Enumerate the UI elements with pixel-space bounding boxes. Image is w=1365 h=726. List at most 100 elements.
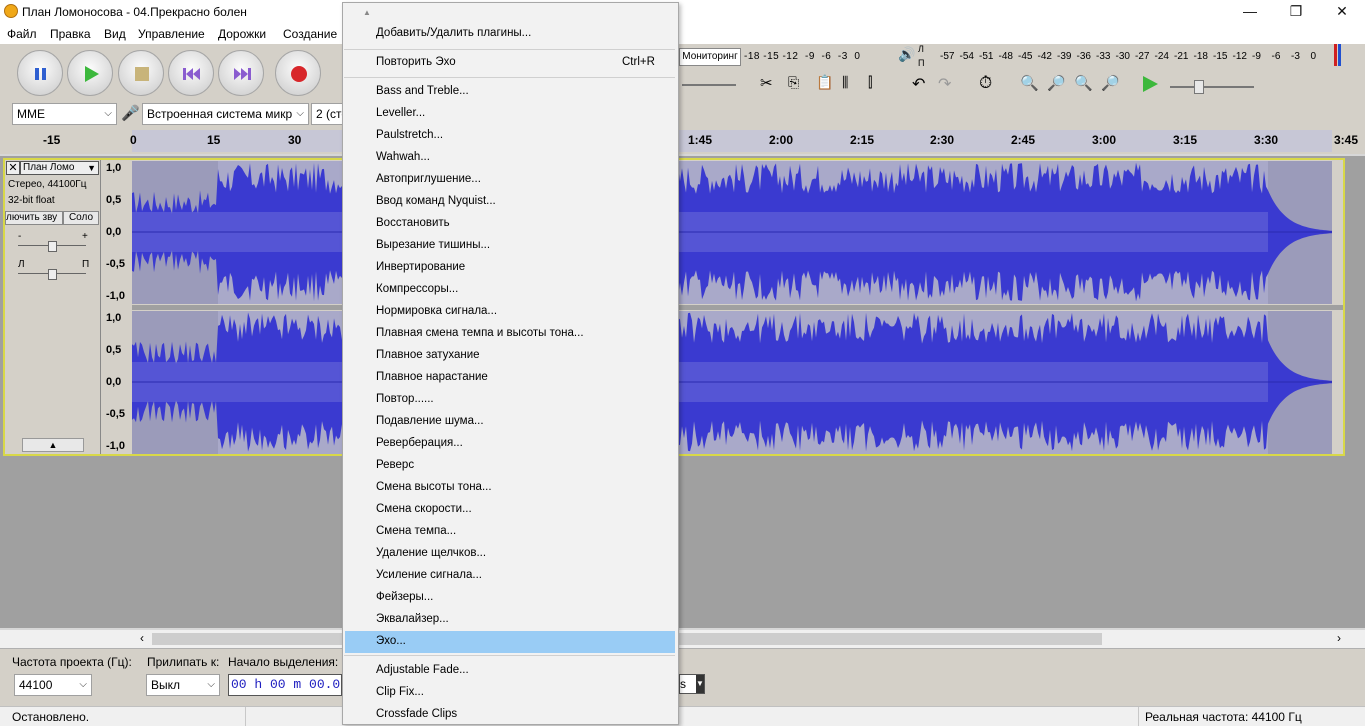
play-tick: -54 — [959, 51, 974, 62]
sync-lock-icon[interactable]: ⏱ — [979, 73, 992, 93]
menu-item-effect[interactable]: Смена скорости... — [376, 503, 472, 515]
zoom-in-icon[interactable]: 🔍 — [1020, 74, 1039, 92]
playback-speed-slider[interactable] — [1168, 76, 1258, 96]
menu-item-effect[interactable]: Плавная смена темпа и высоты тона... — [376, 327, 584, 339]
close-track-icon[interactable]: ✕ — [6, 161, 20, 175]
copy-icon[interactable]: ⎘ — [788, 74, 799, 91]
menu-item-effect[interactable]: Реверс — [376, 459, 414, 471]
menu-edit[interactable]: Правка — [50, 27, 91, 41]
menu-item-effect[interactable]: Подавление шума... — [376, 415, 484, 427]
skip-to-start-button[interactable] — [168, 50, 214, 96]
menu-item-effect[interactable]: Смена темпа... — [376, 525, 456, 537]
menu-item-effect[interactable]: Инвертирование — [376, 261, 465, 273]
menu-item-effect[interactable]: Leveller... — [376, 107, 425, 119]
solo-button[interactable]: Соло — [63, 211, 99, 225]
waveform-left-channel[interactable] — [132, 161, 1332, 304]
menu-tracks[interactable]: Дорожки — [218, 27, 266, 41]
close-button[interactable]: ✕ — [1319, 0, 1365, 24]
menu-item-effect[interactable]: Фейзеры... — [376, 591, 433, 603]
menu-item-effect[interactable]: Повтор...... — [376, 393, 434, 405]
ruler-tick: 3:45 — [1334, 133, 1359, 147]
channels-select[interactable]: 2 (сте — [311, 103, 343, 125]
maximize-button[interactable]: ❐ — [1273, 0, 1319, 24]
menu-item-plugin[interactable]: Clip Fix... — [376, 686, 424, 698]
menu-item-effect[interactable]: Вырезание тишины... — [376, 239, 490, 251]
y-axis-tick: 0,5 — [106, 194, 122, 206]
y-axis-tick: -1,0 — [106, 440, 125, 452]
cut-icon[interactable]: ✂ — [760, 74, 773, 92]
skip-to-end-button[interactable] — [218, 50, 264, 96]
channel-separator — [132, 305, 1343, 310]
pan-slider[interactable] — [18, 269, 86, 280]
play-button[interactable] — [67, 50, 113, 96]
trim-icon[interactable]: ⫼ — [842, 74, 848, 91]
menu-item-effect[interactable]: Эквалайзер... — [376, 613, 449, 625]
horizontal-scrollbar[interactable]: ‹ › — [0, 630, 1365, 648]
menu-item-effect[interactable]: Компрессоры... — [376, 283, 458, 295]
menu-generate[interactable]: Создание — [283, 27, 337, 41]
timeline-track[interactable] — [132, 130, 1332, 152]
fit-project-icon[interactable]: 🔎 — [1101, 74, 1120, 92]
ruler-tick: 2:45 — [1011, 133, 1036, 147]
menu-item-effect[interactable]: Усиление сигнала... — [376, 569, 482, 581]
y-axis-tick: 0,5 — [106, 344, 122, 356]
audio-host-select[interactable]: MME ⌵ — [12, 103, 117, 125]
ruler-tick: 0 — [130, 133, 137, 147]
selection-end-field[interactable]: s ▼ — [679, 674, 705, 694]
menu-item-effect[interactable]: Эхо... — [376, 635, 406, 647]
snap-select[interactable]: Выкл ⌵ — [146, 674, 220, 696]
monitoring-button[interactable]: Мониторинг — [679, 48, 741, 66]
waveform-right-channel[interactable] — [132, 311, 1332, 454]
fit-selection-icon[interactable]: 🔍 — [1074, 74, 1093, 92]
pause-button[interactable] — [17, 50, 63, 96]
silence-icon[interactable]: ⫿ — [868, 74, 872, 91]
redo-icon[interactable]: ↷ — [938, 74, 951, 94]
ruler-tick: 2:15 — [850, 133, 875, 147]
ruler-tick: 3:15 — [1173, 133, 1198, 147]
gain-slider[interactable] — [18, 241, 86, 252]
play-at-speed-icon[interactable] — [1141, 75, 1159, 96]
rec-tick: -15 — [763, 51, 780, 62]
scroll-left-icon[interactable]: ‹ — [140, 631, 144, 645]
menu-item-effect[interactable]: Смена высоты тона... — [376, 481, 492, 493]
menu-transport[interactable]: Управление — [138, 27, 205, 41]
menu-item-effect[interactable]: Автоприглушение... — [376, 173, 481, 185]
menu-item-manage-plugins[interactable]: Добавить/Удалить плагины... — [376, 27, 531, 39]
play-tick: -18 — [1193, 51, 1208, 62]
menu-item-effect[interactable]: Плавное нарастание — [376, 371, 488, 383]
minimize-button[interactable]: — — [1227, 0, 1273, 24]
menu-item-plugin[interactable]: Crossfade Clips — [376, 708, 457, 720]
record-button[interactable] — [275, 50, 321, 96]
menu-item-effect[interactable]: Paulstretch... — [376, 129, 443, 141]
play-meter-left-label: Л — [918, 44, 924, 54]
menu-item-effect[interactable]: Удаление щелчков... — [376, 547, 486, 559]
undo-icon[interactable]: ↶ — [912, 74, 925, 94]
menu-item-effect[interactable]: Плавное затухание — [376, 349, 480, 361]
menu-item-repeat-last[interactable]: Повторить Эхо — [376, 56, 456, 68]
rec-tick: 0 — [854, 51, 861, 62]
collapse-track-button[interactable]: ▲ — [22, 438, 84, 452]
selection-start-label: Начало выделения: — [228, 655, 339, 669]
record-level-slider[interactable] — [680, 72, 740, 96]
menu-view[interactable]: Вид — [104, 27, 126, 41]
scroll-right-icon[interactable]: › — [1337, 631, 1341, 645]
stop-button[interactable] — [118, 50, 164, 96]
menu-item-effect[interactable]: Wahwah... — [376, 151, 430, 163]
menu-item-effect[interactable]: Восстановить — [376, 217, 450, 229]
menu-item-effect[interactable]: Ввод команд Nyquist... — [376, 195, 496, 207]
menu-separator — [344, 49, 675, 50]
input-device-select[interactable]: Встроенная система микр ⌵ — [142, 103, 309, 125]
zoom-out-icon[interactable]: 🔎 — [1047, 74, 1066, 92]
menu-item-effect[interactable]: Bass and Treble... — [376, 85, 469, 97]
project-rate-select[interactable]: 44100 ⌵ — [14, 674, 92, 696]
menu-shortcut: Ctrl+R — [622, 56, 655, 68]
track-name-menu[interactable]: План Ломо ▼ — [20, 161, 99, 175]
menu-item-plugin[interactable]: Adjustable Fade... — [376, 664, 469, 676]
selection-start-field[interactable]: 00 h 00 m 00.0 — [228, 674, 342, 696]
paste-icon[interactable]: 📋 — [816, 74, 833, 91]
menu-item-effect[interactable]: Реверберация... — [376, 437, 463, 449]
menu-item-effect[interactable]: Нормировка сигнала... — [376, 305, 497, 317]
mute-button[interactable]: лючить зву — [5, 211, 63, 225]
menu-file[interactable]: Файл — [7, 27, 37, 41]
record-icon — [291, 66, 307, 82]
